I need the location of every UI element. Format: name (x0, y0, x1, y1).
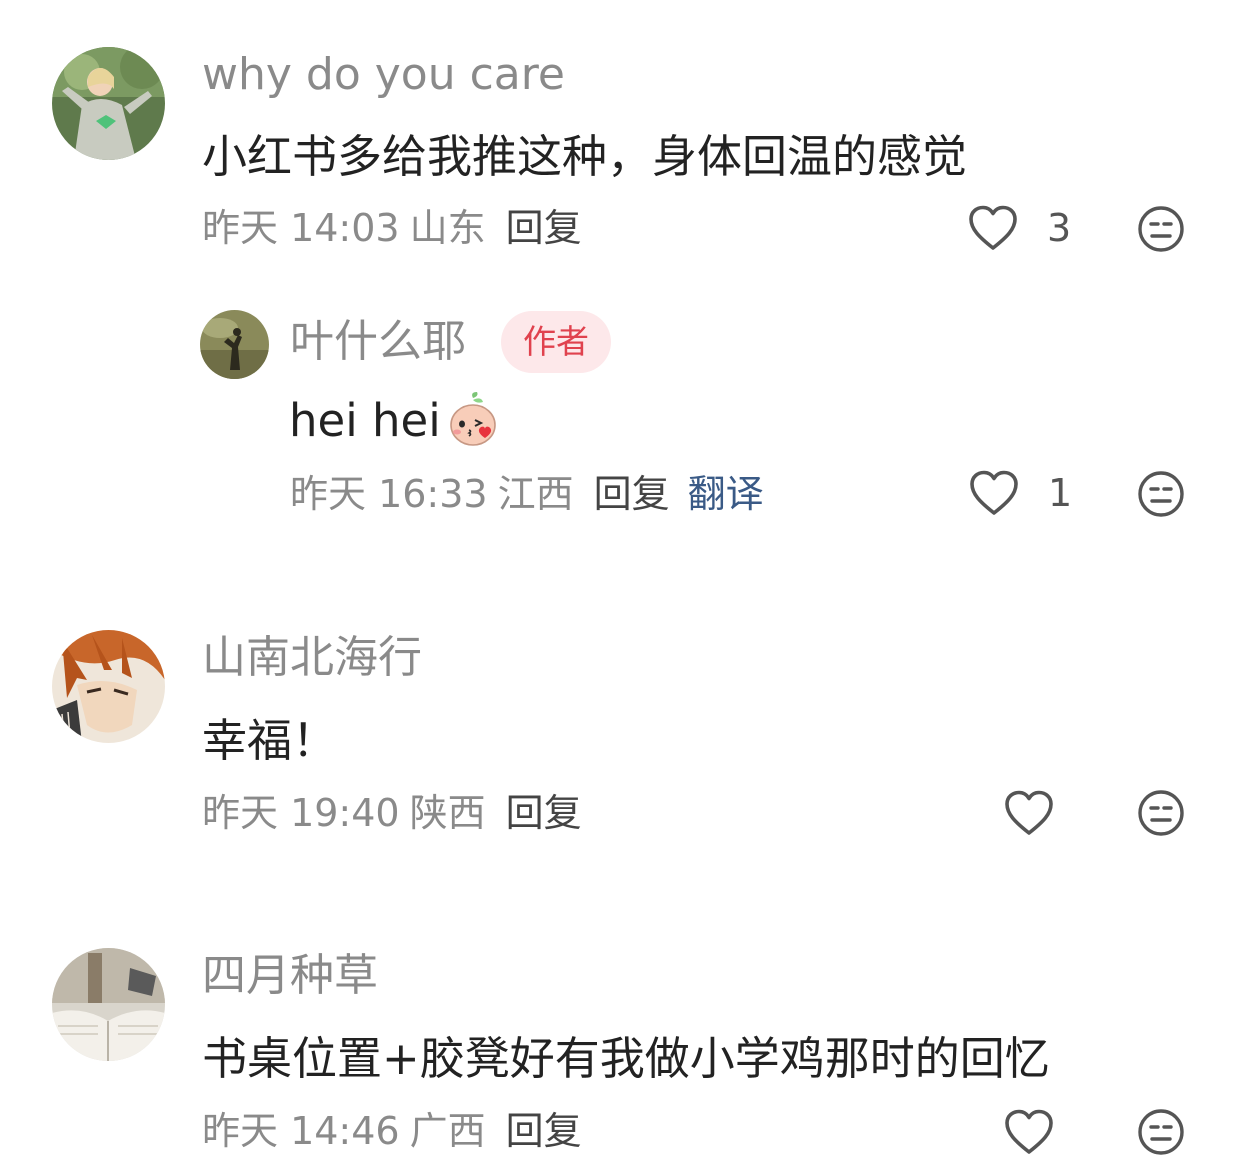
comment-username[interactable]: 山南北海行 (202, 636, 422, 680)
like-count: 3 (1047, 206, 1072, 250)
comment-text[interactable]: 小红书多给我推这种，身体回温的感觉 (202, 134, 967, 179)
comment-time: 昨天 14:46 (202, 1109, 400, 1153)
reply-location: 江西 (497, 472, 574, 516)
translate-button[interactable]: 翻译 (688, 475, 764, 513)
heart-outline-icon (967, 204, 1019, 252)
comment-location: 广西 (409, 1109, 486, 1153)
avatar[interactable] (52, 948, 165, 1061)
reply-text[interactable]: hei hei (289, 398, 441, 443)
like-count: 1 (1048, 471, 1073, 515)
reply-button[interactable]: 回复 (506, 209, 582, 247)
dislike-button[interactable] (1137, 205, 1185, 253)
heart-outline-icon (1003, 789, 1055, 837)
dislike-button[interactable] (1137, 470, 1185, 518)
avatar[interactable] (52, 630, 165, 743)
comment-text[interactable]: 书桌位置+胶凳好有我做小学鸡那时的回忆 (202, 1036, 1050, 1081)
comment-time: 昨天 19:40 (202, 791, 400, 835)
heart-outline-icon (968, 469, 1020, 517)
like-button[interactable]: 1 (968, 469, 1072, 517)
meh-face-icon (1137, 205, 1185, 253)
comment-location: 陕西 (409, 791, 486, 835)
reply-button[interactable]: 回复 (506, 1112, 582, 1150)
avatar[interactable] (200, 310, 269, 379)
meh-face-icon (1137, 789, 1185, 837)
comment-text[interactable]: 幸福！ (202, 718, 337, 763)
heart-outline-icon (1003, 1108, 1055, 1156)
dislike-button[interactable] (1137, 789, 1185, 837)
comment-meta: 昨天 14:03 山东 回复 (202, 209, 582, 247)
meh-face-icon (1137, 470, 1185, 518)
comment-location: 山东 (409, 206, 486, 250)
avatar[interactable] (52, 47, 165, 160)
comment-time: 昨天 14:03 (202, 206, 400, 250)
comment-meta: 昨天 19:40 陕西 回复 (202, 794, 582, 832)
author-badge: 作者 (501, 311, 611, 373)
comment-meta: 昨天 14:46 广西 回复 (202, 1112, 582, 1150)
meh-face-icon (1137, 1108, 1185, 1156)
like-button[interactable] (1003, 789, 1055, 837)
dislike-button[interactable] (1137, 1108, 1185, 1156)
reply-button[interactable]: 回复 (594, 475, 670, 513)
reply-username[interactable]: 叶什么耶 (290, 320, 466, 364)
kiss-emoji-icon (445, 392, 501, 448)
comment-username[interactable]: 四月种草 (202, 954, 378, 998)
reply-meta: 昨天 16:33 江西 回复 翻译 (290, 475, 764, 513)
like-button[interactable] (1003, 1108, 1055, 1156)
reply-time: 昨天 16:33 (290, 472, 488, 516)
like-button[interactable]: 3 (967, 204, 1071, 252)
reply-button[interactable]: 回复 (506, 794, 582, 832)
comment-username[interactable]: why do you care (202, 53, 565, 97)
